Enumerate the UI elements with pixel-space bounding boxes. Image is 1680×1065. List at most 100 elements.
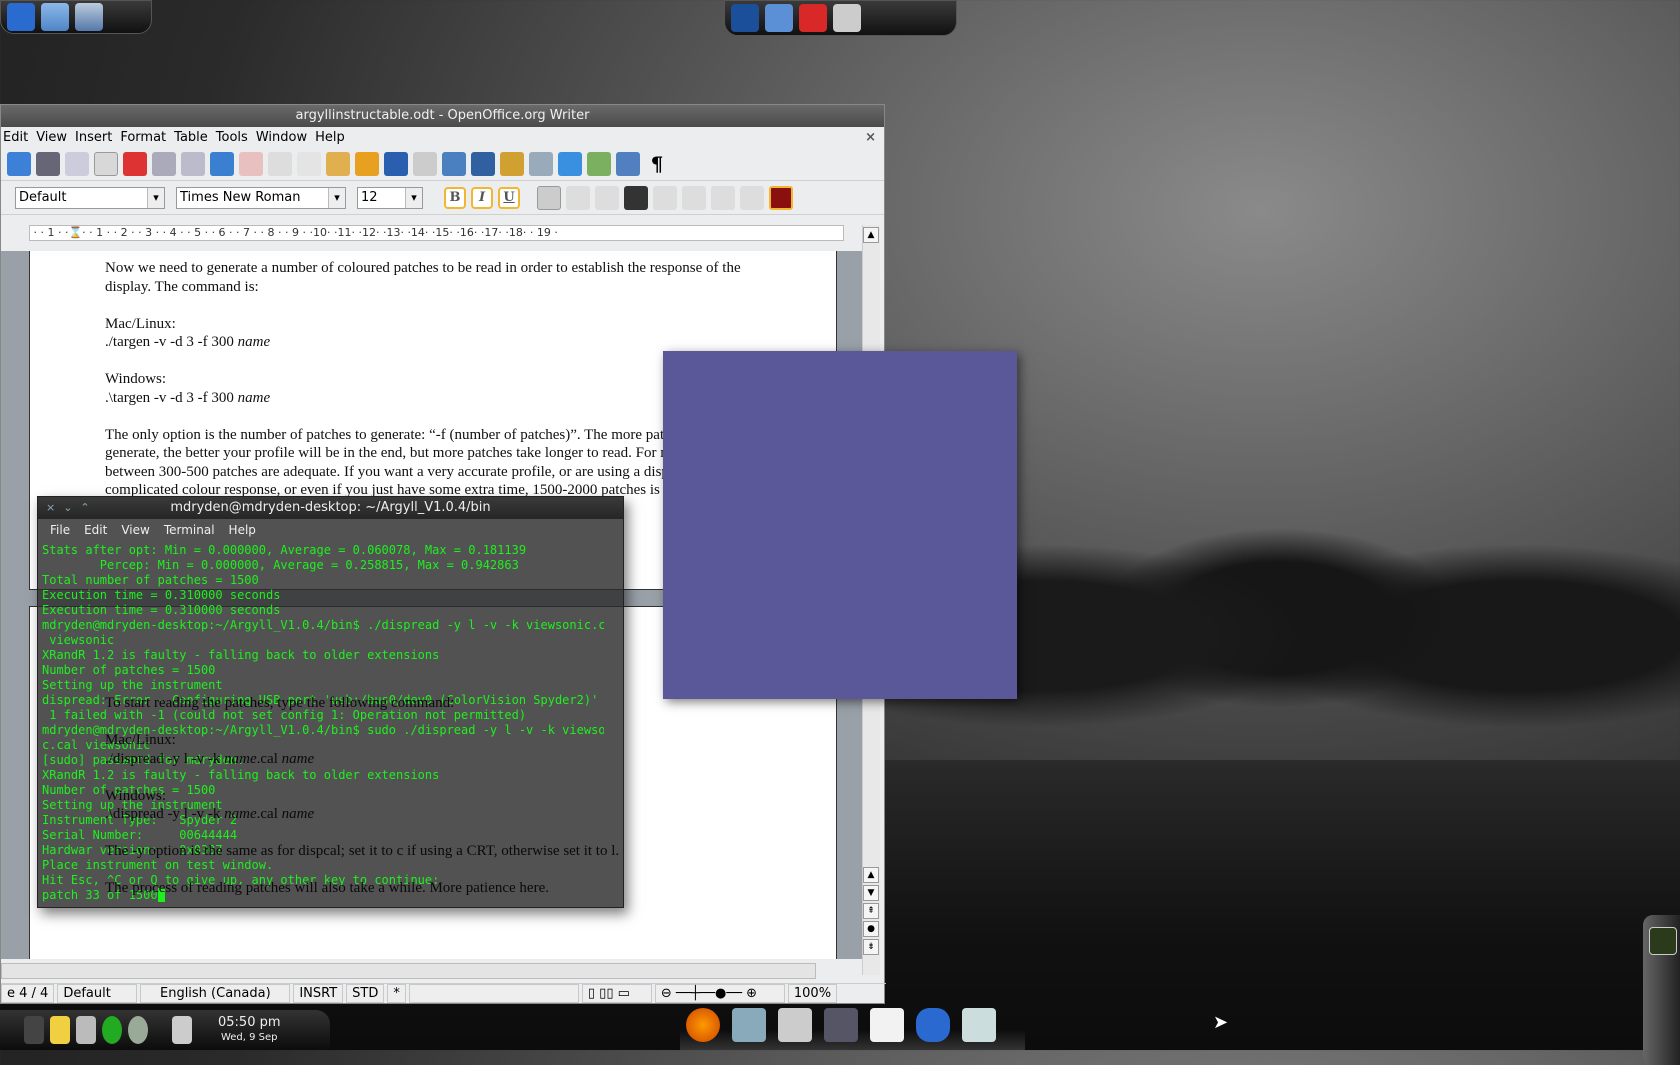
terminal-menu-terminal[interactable]: Terminal [164,519,215,541]
view-layout-icon[interactable]: ▯ ▯▯ ▭ [581,984,652,1003]
placeholder-name: name [237,334,271,350]
save-icon[interactable] [36,151,60,176]
previous-page-icon[interactable]: ⇞ [863,903,879,919]
clock[interactable]: 05:50 pm Wed, 9 Sep [218,1015,281,1045]
menu-edit[interactable]: Edit [1,130,34,145]
font-size-select[interactable]: 12 [357,186,423,209]
bold-button[interactable]: B [444,186,466,209]
paste-icon[interactable] [326,151,350,176]
underline-button[interactable]: U [498,186,520,209]
cut-icon[interactable] [268,151,292,176]
terminal-output[interactable]: Stats after opt: Min = 0.000000, Average… [38,541,604,907]
network-status-icon[interactable] [102,1016,122,1044]
data-sources-icon[interactable] [616,151,640,176]
red-folder-icon[interactable] [799,4,827,32]
terminal-line: Setting up the instrument [42,678,223,692]
close-document-icon[interactable]: × [865,130,876,145]
justify-icon[interactable] [624,185,648,210]
terminal-title[interactable]: ×⌄⌃ mdryden@mdryden-desktop: ~/Argyll_V1… [38,497,623,519]
edit-mode-icon[interactable] [94,151,118,176]
align-left-icon[interactable] [537,185,561,210]
autospell-icon[interactable] [239,151,263,176]
formatting-marks-icon[interactable]: ¶ [645,152,669,176]
terminal-menu-view[interactable]: View [121,519,149,541]
system-monitor-icon[interactable] [1649,927,1677,955]
page-style[interactable]: Default [57,984,138,1003]
text-editor-icon[interactable] [962,1008,996,1042]
writer-title[interactable]: argyllinstructable.odt - OpenOffice.org … [1,105,884,127]
decrease-indent-icon[interactable] [711,185,735,210]
align-right-icon[interactable] [595,185,619,210]
volume-icon[interactable] [76,1016,96,1044]
menu-help[interactable]: Help [313,130,351,145]
draw-functions-icon[interactable] [500,151,524,176]
top-center-panel [724,0,957,36]
email-icon[interactable] [65,151,89,176]
firefox-icon[interactable] [686,1008,720,1042]
removable-drive-icon[interactable] [833,4,861,32]
language[interactable]: English (Canada) [140,984,291,1003]
terminal-menu-edit[interactable]: Edit [84,519,107,541]
frog-app-icon[interactable] [916,1008,950,1042]
terminal-line: Serial Number: 00644444 [42,828,238,842]
numbering-icon[interactable] [653,185,677,210]
italic-button[interactable]: I [471,186,493,209]
gallery-icon[interactable] [587,151,611,176]
selection-mode[interactable]: STD [346,984,385,1003]
increase-indent-icon[interactable] [740,185,764,210]
navigator-icon[interactable] [558,151,582,176]
redo-icon[interactable] [413,151,437,176]
terminal-line: c.cal viewsonic [42,738,151,752]
navigation-icon[interactable]: ● [863,921,879,937]
hyperlink-icon[interactable] [442,151,466,176]
scroll-down-icon[interactable]: ▼ [863,885,879,901]
export-pdf-icon[interactable] [123,151,147,176]
kde-menu-icon[interactable] [7,3,35,31]
menu-tools[interactable]: Tools [214,130,254,145]
insert-mode[interactable]: INSRT [293,984,344,1003]
bullets-icon[interactable] [682,185,706,210]
open-icon[interactable] [7,151,31,176]
menu-insert[interactable]: Insert [73,130,118,145]
updates-icon[interactable] [128,1016,148,1044]
contacts-icon[interactable] [732,1008,766,1042]
pointer-icon[interactable] [870,1008,904,1042]
find-replace-icon[interactable] [529,151,553,176]
browser-folder-icon[interactable] [765,4,793,32]
menu-table[interactable]: Table [172,130,214,145]
terminal-menu-file[interactable]: File [50,519,70,541]
print-icon[interactable] [152,151,176,176]
print-preview-icon[interactable] [181,151,205,176]
terminal-icon[interactable] [824,1008,858,1042]
terminal-line: Setting up the instrument [42,798,223,812]
font-name-select[interactable]: Times New Roman [176,186,346,209]
trash-icon[interactable] [172,1016,192,1044]
terminal-line: dispread: Error - Configuring USB port '… [42,693,604,707]
format-paintbrush-icon[interactable] [355,151,379,176]
media-player-icon[interactable] [778,1008,812,1042]
clipboard-icon[interactable] [50,1016,70,1044]
font-color-icon[interactable] [769,185,793,210]
scroll-up-small-icon[interactable]: ▲ [863,867,879,883]
copy-icon[interactable] [297,151,321,176]
mail-icon[interactable] [731,4,759,32]
horizontal-ruler[interactable]: · · 1 · ·⌛· · 1 · · 2 · · 3 · · 4 · · 5 … [29,225,844,241]
terminal-menu-help[interactable]: Help [229,519,256,541]
window-controls-icon[interactable]: ×⌄⌃ [46,497,98,519]
next-page-icon[interactable]: ⇟ [863,939,879,955]
terminal-cursor [157,888,165,902]
undo-icon[interactable] [384,151,408,176]
spellcheck-icon[interactable] [210,151,234,176]
align-center-icon[interactable] [566,185,590,210]
scroll-up-icon[interactable]: ▲ [863,227,879,243]
horizontal-scrollbar[interactable] [1,963,816,979]
paragraph-style-select[interactable]: Default [15,186,165,209]
favorites-folder-icon[interactable] [41,3,69,31]
menu-format[interactable]: Format [118,130,172,145]
menu-view[interactable]: View [34,130,73,145]
kmix-icon[interactable] [24,1016,44,1044]
table-icon[interactable] [471,151,495,176]
network-icon[interactable] [75,3,103,31]
menu-window[interactable]: Window [254,130,313,145]
terminal-line: Place instrument on test window. [42,858,274,872]
